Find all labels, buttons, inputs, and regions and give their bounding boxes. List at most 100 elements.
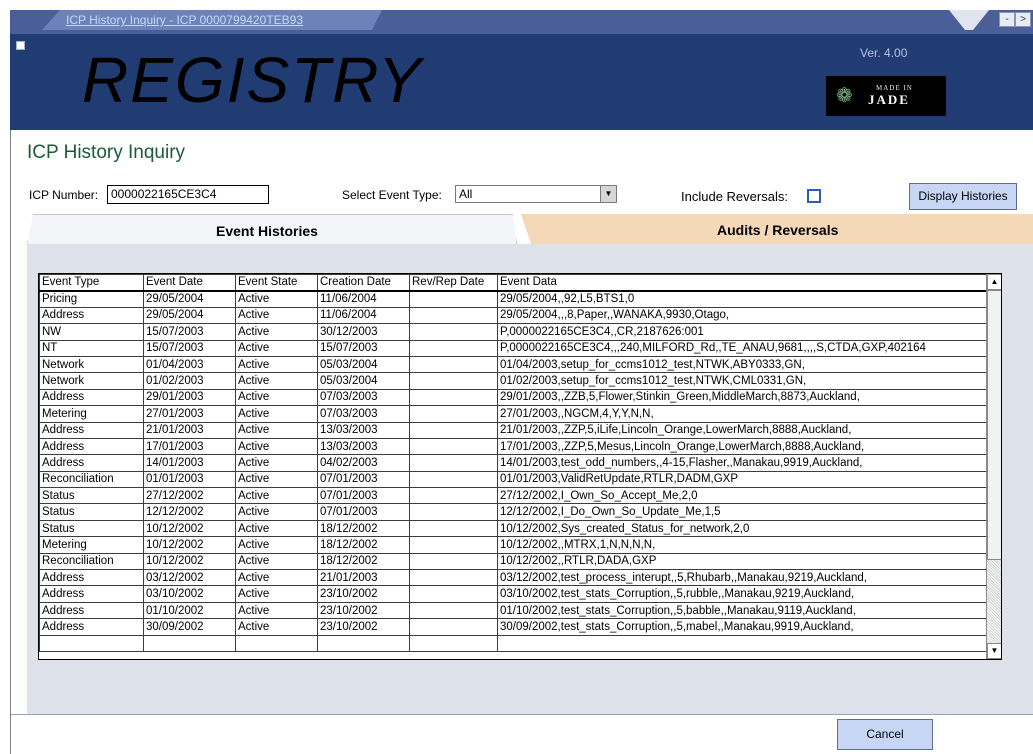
display-histories-button[interactable]: Display Histories [909,183,1017,210]
scroll-track[interactable] [987,560,1001,643]
table-row[interactable]: Metering 10/12/2002 Active 18/12/2002 10/12/… [39,536,988,554]
cell-event-type: Address [39,601,144,620]
table-row[interactable]: Address 29/05/2004 Active 11/06/2004 29/05/2… [39,306,988,325]
table-row[interactable] [39,634,988,652]
cell-event-data: 03/12/2002,test_process_interupt,,5,Rhub… [497,569,988,587]
table-row[interactable]: Status 12/12/2002 Active 07/01/2003 12/12/20… [39,503,988,521]
table-row[interactable]: Status 27/12/2002 Active 07/01/2003 27/12/20… [39,487,988,505]
cell-event-date: 15/07/2003 [143,339,236,357]
cell-rev-rep-date [409,421,498,439]
icp-number-label: ICP Number: [29,188,99,202]
cell-event-date: 12/12/2002 [143,503,236,521]
table-row[interactable]: Address 17/01/2003 Active 13/03/2003 17/01/2… [39,437,988,456]
column-header-event-data[interactable]: Event Data [497,274,988,292]
cell-event-date: 29/05/2004 [143,290,236,308]
table-row[interactable]: Address 14/01/2003 Active 04/02/2003 14/01/2… [39,454,988,472]
cell-event-date: 10/12/2002 [143,519,236,538]
cell-rev-rep-date [409,634,498,652]
cell-rev-rep-date [409,552,498,571]
cell-rev-rep-date [409,519,498,538]
cell-event-date: 29/01/2003 [143,388,236,407]
table-row[interactable]: Network 01/04/2003 Active 05/03/2004 01/04/2… [39,355,988,374]
table-row[interactable]: Status 10/12/2002 Active 18/12/2002 10/12/20… [39,519,988,538]
icp-number-field[interactable]: 0000022165CE3C4 [107,185,269,204]
cell-event-type: Address [39,569,144,587]
scroll-down-icon[interactable]: ▼ [987,643,1001,659]
table-row[interactable]: Pricing 29/05/2004 Active 11/06/2004 29/05/2… [39,290,988,308]
close-button[interactable]: > [1015,12,1031,27]
cell-event-data: 01/10/2002,test_stats_Corruption,,5,babb… [497,601,988,620]
cell-creation-date: 07/01/2003 [317,503,410,521]
title-bar[interactable]: ICP History Inquiry - ICP 0000799420TEB9… [10,10,1033,34]
column-header-event-state[interactable]: Event State [235,274,318,292]
cell-event-state: Active [235,503,318,521]
table-row[interactable]: Address 03/10/2002 Active 23/10/2002 03/10/2… [39,585,988,603]
include-reversals-checkbox[interactable] [807,189,821,203]
cell-event-data: 12/12/2002,I_Do_Own_So_Update_Me,1,5 [497,503,988,521]
jade-swirl-icon: ❁ [836,85,853,107]
table-row[interactable]: Address 30/09/2002 Active 23/10/2002 30/09/2… [39,618,988,636]
header-banner: REGISTRY Ver. 4.00 ❁ MADE IN JADE [10,34,1033,130]
table-row[interactable]: Address 01/10/2002 Active 23/10/2002 01/10/2… [39,601,988,620]
window-title: ICP History Inquiry - ICP 0000799420TEB9… [66,13,304,27]
cell-event-state: Active [235,569,318,587]
cancel-button[interactable]: Cancel [837,719,933,750]
cell-rev-rep-date [409,585,498,603]
cell-event-date: 10/12/2002 [143,536,236,554]
table-row[interactable]: NT 15/07/2003 Active 15/07/2003 P,0000022165… [39,339,988,357]
table-row[interactable]: Reconciliation 10/12/2002 Active 18/12/2002… [39,552,988,571]
system-menu-icon[interactable] [16,41,25,50]
table-row[interactable]: Network 01/02/2003 Active 05/03/2004 01/02/2… [39,372,988,390]
table-row[interactable]: NW 15/07/2003 Active 30/12/2003 P,0000022165… [39,323,988,341]
scroll-up-icon[interactable]: ▲ [987,274,1001,290]
cell-event-data: 01/02/2003,setup_for_ccms1012_test,NTWK,… [497,372,988,390]
cell-event-state: Active [235,421,318,439]
table-header-row: Event Type Event Date Event State Creati… [39,274,988,292]
vertical-scrollbar[interactable]: ▲ ▼ [986,274,1001,659]
table-row[interactable]: Address 29/01/2003 Active 07/03/2003 29/01/2… [39,388,988,407]
cell-rev-rep-date [409,306,498,325]
cell-event-date: 27/01/2003 [143,405,236,423]
window-controls: - > [949,10,1033,30]
cell-rev-rep-date [409,372,498,390]
title-slope [949,10,989,30]
tab-event-histories-label: Event Histories [216,223,318,239]
badge-jade: JADE [868,92,910,107]
cell-event-date: 01/02/2003 [143,372,236,390]
cell-event-state: Active [235,585,318,603]
cell-event-state: Active [235,519,318,538]
tab-audits-reversals[interactable]: Audits / Reversals [521,214,1033,244]
event-type-select[interactable]: All ▼ [455,185,617,203]
scroll-thumb[interactable] [987,290,1001,560]
cell-creation-date: 07/03/2003 [317,388,410,407]
cell-event-type: Status [39,487,144,505]
cell-event-data: 27/01/2003,,NGCM,4,Y,Y,N,N, [497,405,988,423]
table-row[interactable]: Address 03/12/2002 Active 21/01/2003 03/12/2… [39,569,988,587]
cell-event-date: 21/01/2003 [143,421,236,439]
table-row[interactable]: Address 21/01/2003 Active 13/03/2003 21/01/2… [39,421,988,439]
tab-event-histories[interactable]: Event Histories [27,214,517,244]
cell-event-data: 14/01/2003,test_odd_numbers,,4-15,Flashe… [497,454,988,472]
app-window: ICP History Inquiry - ICP 0000799420TEB9… [10,10,1033,754]
column-header-rev-rep-date[interactable]: Rev/Rep Date [409,274,498,292]
chevron-down-icon[interactable]: ▼ [600,186,616,202]
cell-event-type: Pricing [39,290,144,308]
column-header-event-type[interactable]: Event Type [39,274,144,292]
cell-rev-rep-date [409,355,498,374]
cell-event-type: NW [39,323,144,341]
registry-logo: REGISTRY [82,44,423,116]
tab-audits-reversals-label: Audits / Reversals [717,222,839,238]
cell-event-state: Active [235,552,318,571]
event-history-grid[interactable]: Event Type Event Date Event State Creati… [38,273,1002,660]
minimize-button[interactable]: - [999,12,1015,27]
cell-event-type: Status [39,519,144,538]
column-header-creation-date[interactable]: Creation Date [317,274,410,292]
cell-creation-date: 15/07/2003 [317,339,410,357]
cell-event-type: Reconciliation [39,470,144,489]
table-row[interactable]: Metering 27/01/2003 Active 07/03/2003 27/01/… [39,405,988,423]
cell-event-date: 14/01/2003 [143,454,236,472]
event-history-table: Event Type Event Date Event State Creati… [39,274,988,652]
column-header-event-date[interactable]: Event Date [143,274,236,292]
cell-event-data: 29/01/2003,,ZZB,5,Flower,Stinkin_Green,M… [497,388,988,407]
table-row[interactable]: Reconciliation 01/01/2003 Active 07/01/2003… [39,470,988,489]
